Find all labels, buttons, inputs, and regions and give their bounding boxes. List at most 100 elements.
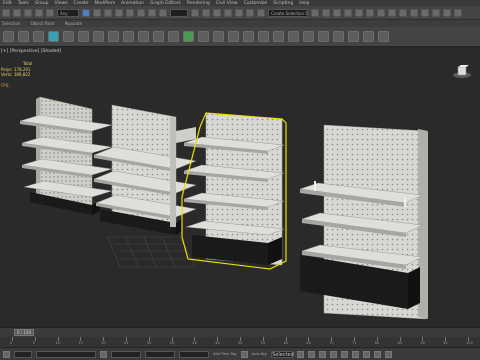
selection-set-field[interactable]: Create Selection Se — [268, 8, 308, 17]
bind-space-warp-icon[interactable] — [46, 8, 54, 17]
menu-civil-view[interactable]: Civil View — [216, 1, 238, 6]
rectangular-selection-icon[interactable] — [104, 8, 112, 17]
ribbon-toggle-icon[interactable] — [355, 8, 363, 17]
spinner-snap-icon[interactable] — [257, 8, 265, 17]
maximize-viewport-icon[interactable] — [385, 350, 393, 358]
camera-icon[interactable] — [63, 31, 74, 42]
zoom-icon[interactable] — [352, 350, 360, 358]
link-icon[interactable] — [24, 8, 32, 17]
angle-snap-icon[interactable] — [235, 8, 243, 17]
quickslice-icon[interactable] — [318, 31, 329, 42]
auto-key-icon[interactable] — [240, 350, 248, 358]
align-icon[interactable] — [322, 8, 330, 17]
menu-help[interactable]: Help — [299, 1, 309, 6]
weld-icon[interactable] — [288, 31, 299, 42]
move-icon[interactable] — [126, 8, 134, 17]
chamfer-icon[interactable] — [258, 31, 269, 42]
next-frame-icon[interactable] — [330, 350, 338, 358]
render-setup-icon[interactable] — [399, 8, 407, 17]
scene-explorer-icon[interactable] — [333, 8, 341, 17]
gondola-shelf-3-selected[interactable] — [181, 112, 287, 270]
time-slider-handle[interactable]: 0 / 100 — [14, 329, 34, 336]
menu-modifiers[interactable]: Modifiers — [95, 1, 116, 6]
keyboard-shortcut-override-icon[interactable] — [213, 8, 221, 17]
curve-editor-icon[interactable] — [366, 8, 374, 17]
ribbon-tab-object-paint[interactable]: Object Paint — [30, 21, 54, 26]
perspective-viewport[interactable]: [+] [Perspective] [Shaded] Total Polys: … — [0, 47, 480, 327]
reference-coordinate-dropdown[interactable] — [170, 8, 188, 17]
extrude-icon[interactable] — [213, 31, 224, 42]
render-iterative-icon[interactable] — [432, 8, 440, 17]
unlink-icon[interactable] — [35, 8, 43, 17]
selection-filter-dropdown[interactable]: Any — [57, 8, 79, 17]
ribbon-tab-selection[interactable]: Selection — [2, 21, 20, 26]
bridge-icon[interactable] — [363, 31, 374, 42]
previous-frame-icon[interactable] — [308, 350, 316, 358]
sphere-icon[interactable] — [48, 31, 59, 42]
select-by-name-icon[interactable] — [93, 8, 101, 17]
snaps-toggle-icon[interactable] — [224, 8, 232, 17]
ring-icon[interactable] — [168, 31, 179, 42]
polygon-modeling-icon[interactable] — [3, 31, 14, 42]
menu-tools[interactable]: Tools — [18, 1, 29, 6]
window-crossing-icon[interactable] — [115, 8, 123, 17]
swift-loop-icon[interactable] — [333, 31, 344, 42]
menu-rendering[interactable]: Rendering — [187, 1, 210, 6]
menu-customize[interactable]: Customize — [244, 1, 268, 6]
pivot-center-icon[interactable] — [191, 8, 199, 17]
z-coordinate-field[interactable] — [179, 350, 209, 358]
rotate-icon[interactable] — [137, 8, 145, 17]
system-icon[interactable] — [123, 31, 134, 42]
undo-icon[interactable] — [2, 8, 10, 17]
cap-icon[interactable] — [378, 31, 389, 42]
menu-scripting[interactable]: Scripting — [273, 1, 293, 6]
shapes-icon[interactable] — [138, 31, 149, 42]
go-to-start-icon[interactable] — [297, 350, 305, 358]
lock-selection-icon[interactable] — [100, 350, 107, 358]
mirror-icon[interactable] — [311, 8, 319, 17]
time-slider-bar[interactable]: 0 / 100 — [0, 327, 480, 337]
cut-icon[interactable] — [303, 31, 314, 42]
script-input[interactable] — [14, 350, 32, 358]
scale-icon[interactable] — [148, 8, 156, 17]
material-editor-icon[interactable] — [388, 8, 396, 17]
menu-views[interactable]: Views — [55, 1, 68, 6]
connect-icon[interactable] — [273, 31, 284, 42]
menu-edit[interactable]: Edit — [3, 1, 12, 6]
viewcube-icon[interactable] — [452, 65, 472, 79]
a360-render-icon[interactable] — [443, 8, 451, 17]
menu-graph-editors[interactable]: Graph Editors — [150, 1, 181, 6]
redo-icon[interactable] — [13, 8, 21, 17]
layer-explorer-icon[interactable] — [344, 8, 352, 17]
light-icon[interactable] — [78, 31, 89, 42]
gondola-shelf-4[interactable] — [299, 124, 428, 320]
loop-icon[interactable] — [153, 31, 164, 42]
menu-create[interactable]: Create — [74, 1, 89, 6]
play-icon[interactable] — [319, 350, 327, 358]
x-coordinate-field[interactable] — [111, 350, 141, 358]
grow-icon[interactable] — [183, 31, 194, 42]
helper-icon[interactable] — [93, 31, 104, 42]
vertex-icon[interactable] — [18, 31, 29, 42]
edge-icon[interactable] — [33, 31, 44, 42]
menu-animation[interactable]: Animation — [121, 1, 144, 6]
open-gallery-icon[interactable] — [454, 8, 462, 17]
space-warp-icon[interactable] — [108, 31, 119, 42]
track-bar[interactable]: 0 5 10 15 20 25 30 35 40 45 50 55 60 65 70 75 80 85 90 95 10… — [0, 337, 480, 347]
percent-snap-icon[interactable] — [246, 8, 254, 17]
auto-key-label[interactable]: Auto Key — [252, 352, 268, 356]
placement-icon[interactable] — [159, 8, 167, 17]
y-coordinate-field[interactable] — [145, 350, 175, 358]
shrink-icon[interactable] — [198, 31, 209, 42]
bevel-icon[interactable] — [243, 31, 254, 42]
add-time-tag[interactable]: Add Time Tag — [213, 352, 237, 356]
select-object-icon[interactable] — [82, 8, 90, 17]
rendered-frame-window-icon[interactable] — [410, 8, 418, 17]
ribbon-tab-populate[interactable]: Populate — [65, 21, 82, 26]
render-production-icon[interactable] — [421, 8, 429, 17]
key-filter-dropdown[interactable]: Selected — [271, 350, 294, 358]
target-weld-icon[interactable] — [348, 31, 359, 42]
select-manipulate-icon[interactable] — [202, 8, 210, 17]
pan-icon[interactable] — [363, 350, 371, 358]
maxscript-listener-icon[interactable] — [3, 350, 10, 358]
